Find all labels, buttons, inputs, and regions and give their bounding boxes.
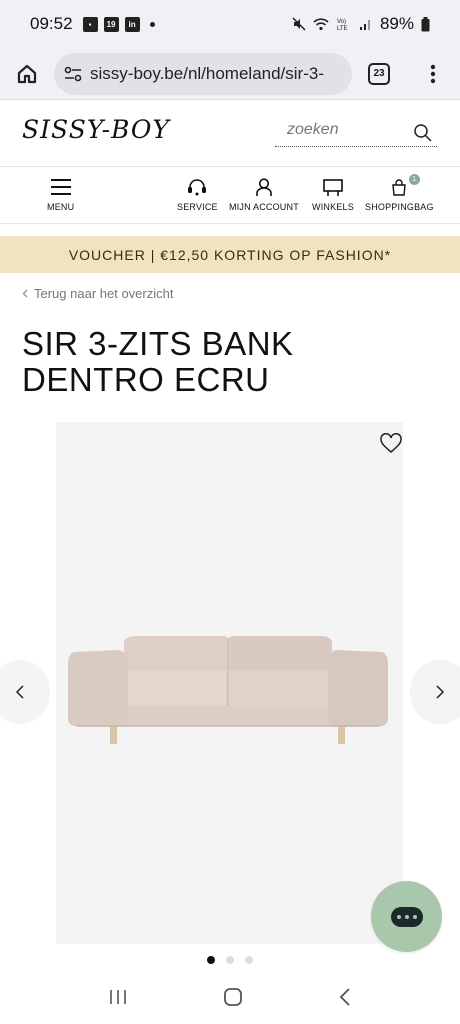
chat-button[interactable] xyxy=(371,881,442,952)
more-vert-icon xyxy=(430,64,436,83)
svg-text:LTE: LTE xyxy=(337,26,348,31)
battery-percentage: 89% xyxy=(379,14,414,33)
search-box xyxy=(275,121,437,147)
chat-icon xyxy=(390,906,423,927)
nav-shoppingbag[interactable]: 1 SHOPPINGBAG xyxy=(365,174,434,212)
more-notifications-icon xyxy=(149,21,155,27)
shopping-bag-icon xyxy=(392,179,407,196)
carousel-next-button[interactable] xyxy=(410,660,460,724)
nav-account-label: MIJN ACCOUNT xyxy=(229,202,299,212)
heart-icon[interactable] xyxy=(379,432,403,456)
product-title: SIR 3-ZITS BANK DENTRO ECRU xyxy=(22,325,294,398)
battery-icon xyxy=(421,16,430,31)
browser-menu-button[interactable] xyxy=(406,48,460,100)
svg-text:Vo): Vo) xyxy=(337,19,346,25)
hamburger-icon xyxy=(50,179,71,195)
home-nav-icon[interactable] xyxy=(223,987,243,1007)
site-logo[interactable]: SISSY-BOY xyxy=(22,115,170,144)
browser-toolbar: sissy-boy.be/nl/homeland/sir-3- 23 xyxy=(0,48,460,100)
headset-icon xyxy=(188,179,207,196)
search-icon[interactable] xyxy=(413,123,433,143)
voucher-banner[interactable]: VOUCHER | €12,50 KORTING OP FASHION* xyxy=(0,236,460,273)
site-settings-icon[interactable] xyxy=(64,66,82,82)
store-icon xyxy=(323,179,343,196)
back-to-overview-link[interactable]: Terug naar het overzicht xyxy=(22,286,173,301)
nav-account[interactable]: MIJN ACCOUNT xyxy=(229,178,299,212)
back-nav-icon[interactable] xyxy=(338,987,352,1007)
signal-icon xyxy=(359,20,370,30)
nav-service[interactable]: SERVICE xyxy=(177,178,218,212)
product-image-carousel[interactable] xyxy=(56,422,403,944)
carousel-dot-2[interactable] xyxy=(226,956,234,964)
tab-switcher-button[interactable]: 23 xyxy=(352,48,406,100)
status-time: 09:52 xyxy=(30,14,73,33)
address-bar[interactable]: sissy-boy.be/nl/homeland/sir-3- xyxy=(54,52,352,95)
search-input[interactable] xyxy=(275,121,405,139)
cart-count-badge: 1 xyxy=(408,174,420,185)
carousel-dot-1[interactable] xyxy=(207,956,215,964)
calendar-icon: 19 xyxy=(103,16,119,32)
recent-apps-icon[interactable] xyxy=(108,988,128,1006)
main-nav: MENU SERVICE MIJN ACCOUNT WINKELS 1 SHOP… xyxy=(0,168,460,224)
product-image-sofa xyxy=(68,636,388,744)
site-header: SISSY-BOY xyxy=(0,101,460,167)
carousel-prev-button[interactable] xyxy=(0,660,50,724)
nav-stores[interactable]: WINKELS xyxy=(312,178,354,212)
nav-menu[interactable]: MENU xyxy=(47,178,74,212)
status-bar: 09:52 ▪ 19 in Vo) LTE 89% xyxy=(0,0,460,48)
carousel-dot-3[interactable] xyxy=(245,956,253,964)
carousel-indicator xyxy=(0,956,460,964)
mute-icon xyxy=(292,17,306,31)
chevron-left-icon xyxy=(22,289,28,298)
nav-service-label: SERVICE xyxy=(177,202,218,212)
home-button[interactable] xyxy=(0,48,54,100)
user-icon xyxy=(256,178,272,196)
nav-shoppingbag-label: SHOPPINGBAG xyxy=(365,202,434,212)
chevron-right-icon xyxy=(436,685,445,699)
home-icon xyxy=(17,64,37,83)
nav-menu-label: MENU xyxy=(47,202,75,212)
chevron-left-icon xyxy=(15,685,24,699)
nav-stores-label: WINKELS xyxy=(312,202,354,212)
gallery-icon: ▪ xyxy=(82,16,98,32)
url-text: sissy-boy.be/nl/homeland/sir-3- xyxy=(90,63,324,83)
system-navigation-bar xyxy=(0,970,460,1024)
linkedin-icon: in xyxy=(124,16,140,32)
tab-count: 23 xyxy=(368,62,390,85)
wifi-icon xyxy=(313,18,329,31)
breadcrumb-label: Terug naar het overzicht xyxy=(34,286,174,301)
status-notification-icons: ▪ 19 in xyxy=(82,16,155,32)
volte-icon: Vo)LTE xyxy=(337,19,348,31)
